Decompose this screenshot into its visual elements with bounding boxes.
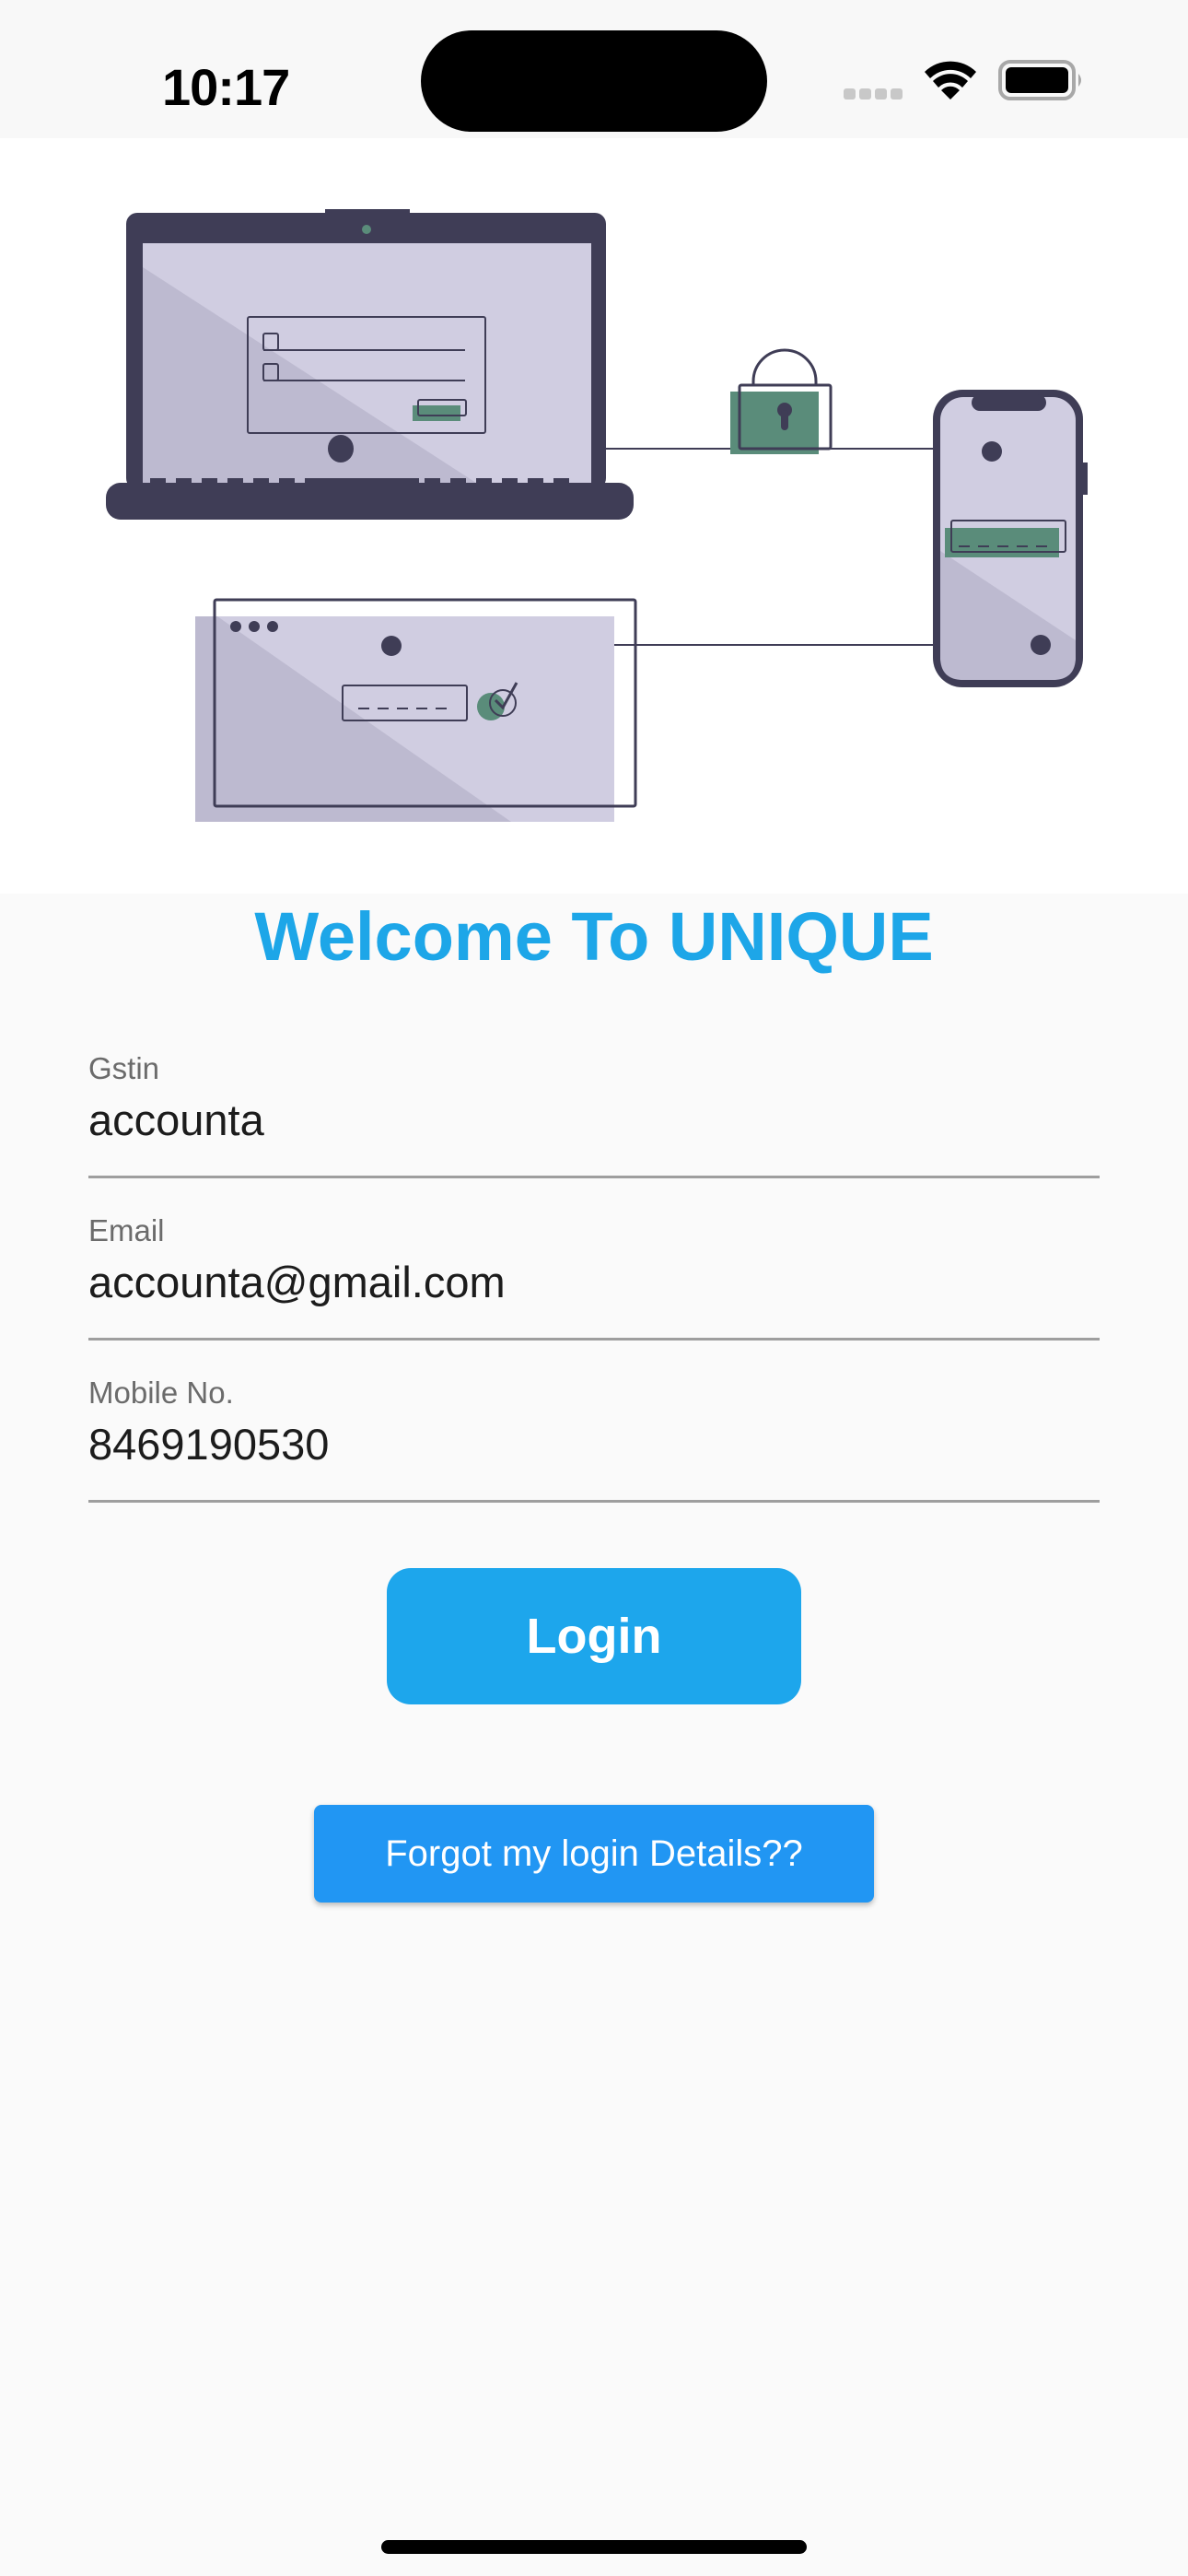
forgot-login-details-button[interactable]: Forgot my login Details?? [314,1805,874,1903]
email-input[interactable] [88,1255,1100,1310]
gstin-input[interactable] [88,1093,1100,1148]
mobile-underline [88,1500,1100,1503]
lock-icon [730,348,833,454]
laptop-icon [106,209,634,520]
mobile-label: Mobile No. [88,1376,234,1410]
dynamic-island [421,30,767,132]
email-label: Email [88,1213,165,1247]
hero-illustration [0,138,1188,894]
status-time: 10:17 [162,58,290,116]
gstin-label: Gstin [88,1051,160,1085]
signal-icon [844,88,903,100]
email-underline [88,1338,1100,1341]
phone-icon [933,390,1088,687]
gstin-underline [88,1176,1100,1178]
status-bar: 10:17 [0,0,1188,138]
secure-login-illustration [106,209,1088,822]
page-title: Welcome To UNIQUE [254,898,934,975]
home-indicator[interactable] [381,2540,807,2554]
battery-icon [998,60,1081,100]
browser-window-icon [195,598,637,822]
mobile-input[interactable] [88,1417,1100,1472]
login-button[interactable]: Login [387,1568,801,1704]
wifi-icon [925,61,976,100]
